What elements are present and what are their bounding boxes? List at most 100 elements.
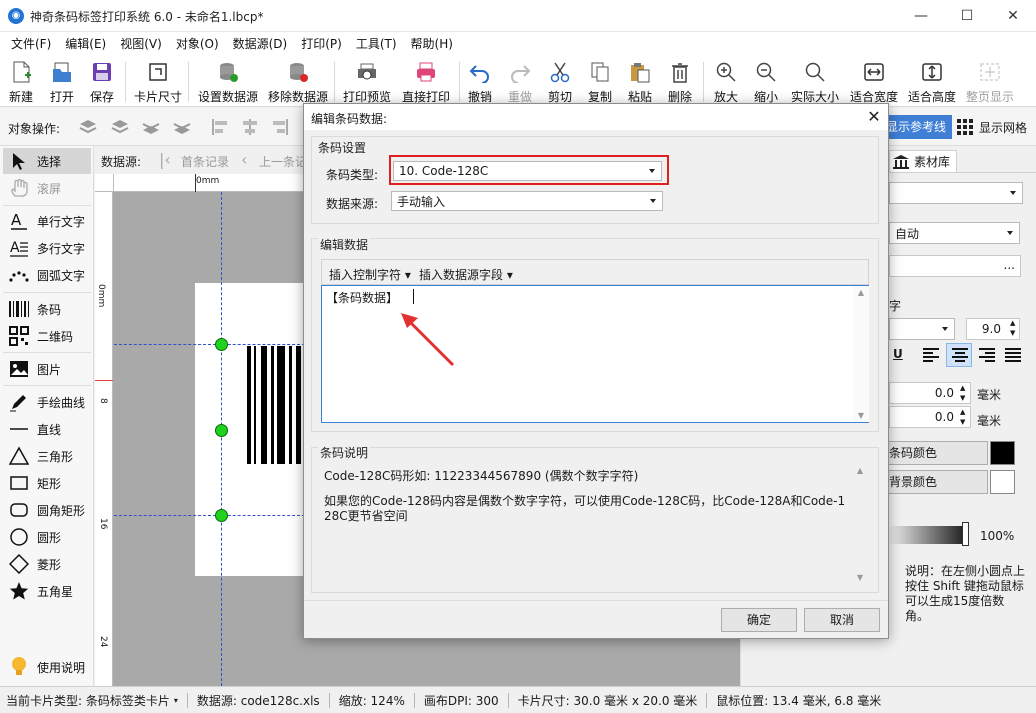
font-size-spinner[interactable]: ▲ ▼ [1010, 318, 1015, 338]
textarea-scrollbar[interactable]: ▲ ▼ [853, 286, 869, 422]
tool-rect[interactable]: 矩形 [3, 470, 91, 496]
opacity-slider-thumb[interactable] [962, 522, 969, 546]
align-right-text-icon[interactable] [977, 346, 997, 364]
tool-single-text[interactable]: A 单行文字 [3, 208, 91, 234]
tool-barcode[interactable]: 条码 [3, 296, 91, 322]
layer-bottom-icon[interactable] [172, 117, 192, 137]
data-source-select[interactable]: 手动输入 [391, 191, 663, 211]
menu-object[interactable]: 对象(O) [169, 32, 226, 56]
tool-image[interactable]: 图片 [3, 356, 91, 382]
align-left-text-icon[interactable] [921, 346, 941, 364]
bg-color-button[interactable]: 背景颜色 [884, 470, 988, 494]
menu-print[interactable]: 打印(P) [294, 32, 349, 56]
scroll-up-arrow-icon[interactable]: ▲ [853, 466, 867, 475]
prev-record-icon[interactable]: ‹ [241, 150, 247, 169]
scroll-down-arrow-icon[interactable]: ▼ [854, 411, 868, 420]
show-guides-button[interactable]: 显示参考线 [884, 115, 952, 139]
menu-view[interactable]: 视图(V) [113, 32, 169, 56]
resize-handle[interactable] [215, 424, 228, 437]
font-combo[interactable] [889, 318, 955, 340]
tool-arc-text[interactable]: 圆弧文字 [3, 262, 91, 288]
tool-help[interactable]: 使用说明 [3, 654, 91, 680]
offset-y-field[interactable]: 0.0 [889, 406, 971, 428]
tool-freehand[interactable]: 手绘曲线 [3, 389, 91, 415]
align-center-icon[interactable] [240, 117, 260, 137]
bar-color-button[interactable]: 条码颜色 [884, 441, 988, 465]
insert-control-char-button[interactable]: 插入控制字符 ▾ [329, 266, 411, 283]
copy-button[interactable]: 复制 [588, 60, 612, 106]
tool-diamond[interactable]: 菱形 [3, 551, 91, 577]
zoom-out-button[interactable]: 缩小 [754, 60, 778, 106]
resize-handle[interactable] [215, 338, 228, 351]
direct-print-button[interactable]: 直接打印 [402, 60, 450, 106]
new-button[interactable]: 新建 [9, 60, 33, 106]
align-right-icon[interactable] [270, 117, 290, 137]
tool-select[interactable]: 选择 [3, 148, 91, 174]
barcode-object[interactable] [247, 346, 305, 464]
set-datasource-button[interactable]: 设置数据源 [198, 60, 258, 106]
remove-datasource-button[interactable]: 移除数据源 [268, 60, 328, 106]
menu-datasource[interactable]: 数据源(D) [226, 32, 295, 56]
menu-tools[interactable]: 工具(T) [349, 32, 404, 56]
layer-top-icon[interactable] [110, 117, 130, 137]
bg-color-swatch[interactable] [990, 470, 1015, 494]
underline-button[interactable]: U [893, 347, 903, 361]
tool-ellipse[interactable]: 圆形 [3, 524, 91, 550]
material-tab[interactable]: 素材库 [889, 150, 957, 172]
offset-x-spinner[interactable]: ▲ ▼ [960, 383, 965, 403]
delete-button[interactable]: 删除 [668, 60, 692, 106]
dialog-close-button[interactable]: ✕ [862, 106, 886, 128]
tool-round-rect[interactable]: 圆角矩形 [3, 497, 91, 523]
undo-button[interactable]: 撤销 [468, 60, 492, 106]
tool-multi-text[interactable]: A 多行文字 [3, 235, 91, 261]
bar-color-swatch[interactable] [990, 441, 1015, 465]
actual-size-button[interactable]: 实际大小 [791, 60, 839, 106]
tool-line[interactable]: 直线 [3, 416, 91, 442]
card-size-button[interactable]: 卡片尺寸 [134, 60, 182, 106]
full-page-button[interactable]: 整页显示 [966, 60, 1014, 106]
scroll-up-arrow-icon[interactable]: ▲ [854, 288, 868, 297]
justify-text-icon[interactable] [1003, 346, 1023, 364]
tool-scroll[interactable]: 滚屏 [3, 175, 91, 201]
card-type-dropdown-icon[interactable]: ▾ [174, 696, 178, 705]
tool-triangle[interactable]: 三角形 [3, 443, 91, 469]
fit-width-button[interactable]: 适合宽度 [850, 60, 898, 106]
maximize-button[interactable]: ☐ [944, 0, 990, 32]
offset-x-field[interactable]: 0.0 [889, 382, 971, 404]
zoom-in-button[interactable]: 放大 [714, 60, 738, 106]
description-scrollbar[interactable]: ▲ ▼ [852, 464, 868, 584]
first-record-icon[interactable]: |‹ [159, 150, 171, 169]
property-combo[interactable] [889, 182, 1023, 204]
align-left-icon[interactable] [210, 117, 230, 137]
cancel-button[interactable]: 取消 [804, 608, 880, 632]
layer-up-icon[interactable] [78, 117, 98, 137]
menu-edit[interactable]: 编辑(E) [58, 32, 113, 56]
tool-star[interactable]: 五角星 [3, 578, 91, 604]
prev-record-button[interactable]: 上一条记 [259, 153, 307, 170]
more-button[interactable]: ... [1004, 258, 1015, 272]
barcode-type-select[interactable]: 10. Code-128C [393, 161, 662, 181]
cut-button[interactable]: 剪切 [548, 60, 572, 106]
menu-file[interactable]: 文件(F) [4, 32, 58, 56]
print-preview-button[interactable]: 打印预览 [343, 60, 391, 106]
minimize-button[interactable]: — [898, 0, 944, 32]
first-record-button[interactable]: 首条记录 [181, 153, 229, 170]
close-window-button[interactable]: ✕ [990, 0, 1036, 32]
show-grid-label[interactable]: 显示网格 [979, 119, 1027, 136]
opacity-slider-track[interactable] [889, 526, 965, 544]
grid-icon[interactable] [956, 118, 974, 136]
auto-combo[interactable]: 自动 [889, 222, 1020, 244]
align-center-text-icon[interactable] [946, 343, 972, 367]
fit-height-button[interactable]: 适合高度 [908, 60, 956, 106]
paste-button[interactable]: 粘贴 [628, 60, 652, 106]
scroll-down-arrow-icon[interactable]: ▼ [853, 573, 867, 582]
redo-button[interactable]: 重做 [508, 60, 532, 106]
save-button[interactable]: 保存 [90, 60, 114, 106]
menu-help[interactable]: 帮助(H) [404, 32, 460, 56]
ok-button[interactable]: 确定 [721, 608, 797, 632]
resize-handle[interactable] [215, 509, 228, 522]
tool-qrcode[interactable]: 二维码 [3, 323, 91, 349]
open-button[interactable]: 打开 [50, 60, 74, 106]
property-field[interactable]: ... [889, 255, 1021, 277]
offset-y-spinner[interactable]: ▲ ▼ [960, 407, 965, 427]
